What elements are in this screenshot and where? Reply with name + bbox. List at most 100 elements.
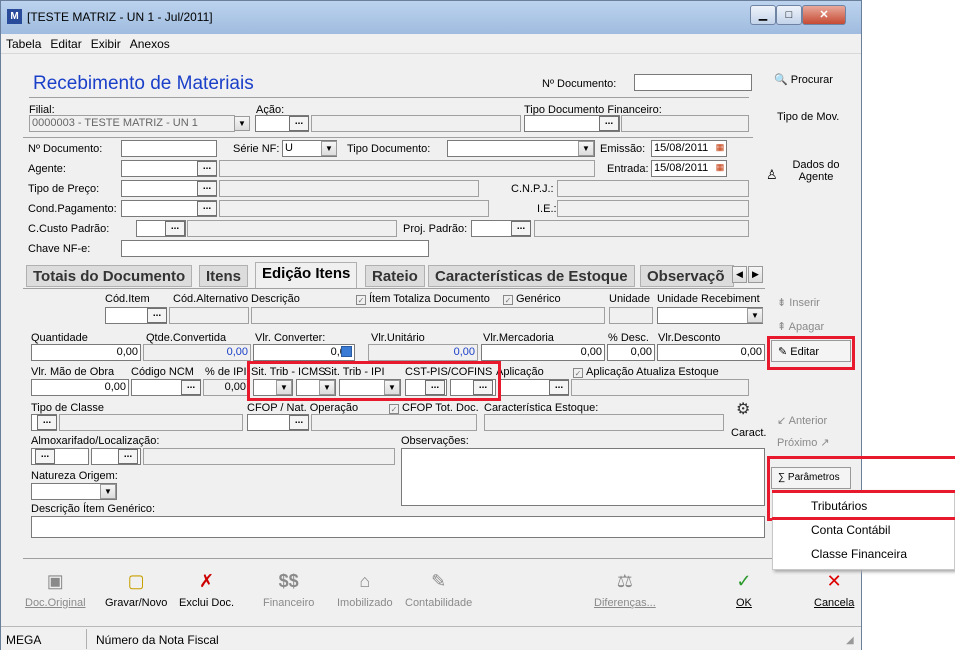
close-button[interactable]: ✕ [802, 5, 846, 25]
generico-check[interactable]: ✓ Genérico [503, 293, 561, 305]
filial-input[interactable]: 0000003 - TESTE MATRIZ - UN 1 [29, 115, 235, 132]
imobilizado-button[interactable]: ⌂ Imobilizado [337, 571, 393, 609]
document-icon: ▣ [46, 571, 64, 591]
checkbox-icon: ✓ [503, 295, 513, 305]
ncm-lookup[interactable]: ... [181, 380, 201, 395]
ok-button[interactable]: ✓ OK [736, 571, 752, 609]
gravar-novo-button[interactable]: ▢ Gravar/Novo [105, 571, 167, 609]
tab-observacoes[interactable]: Observaçõ [640, 265, 734, 287]
vlr-desc-input[interactable]: 0,00 [657, 344, 765, 361]
item-totaliza-check[interactable]: ✓ Ítem Totaliza Documento [356, 293, 490, 305]
descricao-input [251, 307, 605, 324]
tipo-preco-lookup[interactable]: ... [197, 181, 217, 196]
desc-generico-input[interactable] [31, 516, 765, 538]
tab-caracteristicas[interactable]: Características de Estoque [428, 265, 635, 287]
cnpj-label: C.N.P.J.: [511, 183, 554, 195]
page-title: Recebimento de Materiais [33, 73, 254, 94]
aplic-atualiza-check[interactable]: ✓ Aplicação Atualiza Estoque [573, 366, 719, 378]
unidade-label: Unidade [609, 293, 650, 305]
chave-input[interactable] [121, 240, 429, 257]
inserir-button[interactable]: ⇟ Inserir [771, 292, 851, 314]
tipo-doc-label: Tipo Documento: [347, 143, 431, 155]
editar-highlight [767, 336, 855, 370]
unidade-receb-dropdown[interactable]: ▼ [747, 308, 763, 323]
tab-scroll-left[interactable]: ◀ [732, 266, 747, 283]
tab-rateio[interactable]: Rateio [365, 265, 425, 287]
natureza-label: Natureza Origem: [31, 470, 118, 482]
vlr-merc-label: Vlr.Mercadoria [483, 332, 554, 344]
delete-icon: ⇞ [777, 321, 789, 333]
vlr-unit-label: Vlr.Unitário [371, 332, 425, 344]
calendar-icon[interactable]: ▦ [713, 161, 727, 174]
menu-item-tributarios[interactable]: Tributários [811, 499, 867, 513]
filial-dropdown[interactable]: ▼ [234, 116, 250, 131]
obs-label: Observações: [401, 435, 469, 447]
desc-generico-label: Descrição Ítem Genérico: [31, 503, 156, 515]
proj-lookup[interactable]: ... [511, 221, 531, 236]
tipo-doc-dropdown[interactable]: ▼ [578, 141, 594, 156]
chave-label: Chave NF-e: [28, 243, 91, 255]
dados-agente-button[interactable]: ♙ Dados do Agente [764, 159, 850, 183]
caract-icon[interactable]: ⚙ [736, 399, 750, 419]
caract-button[interactable]: Caract. [731, 427, 766, 439]
menu-tabela[interactable]: Tabela [1, 34, 45, 51]
almox-lookup[interactable]: ... [35, 449, 55, 464]
tipo-classe-lookup[interactable]: ... [37, 415, 57, 430]
anterior-button[interactable]: ↙ Anterior [771, 410, 851, 432]
tipo-doc-input[interactable] [447, 140, 595, 157]
menu-item-classe-financeira[interactable]: Classe Financeira [811, 547, 907, 561]
menu-exibir[interactable]: Exibir [86, 34, 125, 51]
financeiro-button[interactable]: $$ Financeiro [263, 571, 314, 609]
doc-original-button[interactable]: ▣ Doc.Original [25, 571, 86, 609]
tab-edicao-itens[interactable]: Edição Itens [255, 262, 358, 288]
proximo-button[interactable]: Próximo ↗ [771, 432, 851, 454]
money-icon: $$ [278, 571, 299, 591]
menu-anexos[interactable]: Anexos [125, 34, 174, 51]
cod-alt-label: Cód.Alternativo [173, 293, 249, 305]
binoculars-icon: 🔍 [774, 74, 791, 86]
ccusto-lookup[interactable]: ... [165, 221, 185, 236]
agente-lookup[interactable]: ... [197, 161, 217, 176]
maximize-button[interactable]: □ [776, 5, 802, 25]
tab-scroll-right[interactable]: ▶ [748, 266, 763, 283]
cfop-tot-check[interactable]: ✓ CFOP Tot. Doc. [389, 402, 479, 414]
cod-item-lookup[interactable]: ... [147, 308, 167, 323]
tipo-mov-button[interactable]: Tipo de Mov. [777, 111, 839, 123]
acao-lookup-button[interactable]: ... [289, 116, 309, 131]
apagar-button[interactable]: ⇞ Apagar [771, 316, 851, 338]
mao-obra-input[interactable]: 0,00 [31, 379, 129, 396]
tab-itens[interactable]: Itens [199, 265, 249, 287]
natureza-dropdown[interactable]: ▼ [100, 484, 116, 499]
minimize-button[interactable]: ▁ [750, 5, 776, 25]
cond-lookup[interactable]: ... [197, 201, 217, 216]
window-title: [TESTE MATRIZ - UN 1 - Jul/2011] [27, 10, 213, 24]
diferencas-button[interactable]: ⚖ Diferenças... [594, 571, 656, 609]
cfop-desc [311, 414, 477, 431]
cfop-label: CFOP / Nat. Operação [247, 402, 359, 414]
tab-totais[interactable]: Totais do Documento [26, 265, 193, 287]
insert-icon: ⇟ [777, 297, 790, 309]
procurar-button[interactable]: 🔍 Procurar [774, 73, 833, 86]
serie-dropdown[interactable]: ▼ [321, 141, 337, 156]
vlr-merc-input[interactable]: 0,00 [481, 344, 605, 361]
status-message: Número da Nota Fiscal [96, 633, 219, 647]
aplicacao-lookup[interactable]: ... [549, 380, 569, 395]
tipo-doc-fin-lookup[interactable]: ... [599, 116, 619, 131]
cnpj-input [557, 180, 749, 197]
contabilidade-button[interactable]: ✎ Contabilidade [405, 571, 472, 609]
resize-grip-icon[interactable]: ◢ [846, 635, 854, 646]
desc-pct-input[interactable]: 0,00 [607, 344, 655, 361]
localizacao-lookup[interactable]: ... [118, 449, 138, 464]
obs-textarea[interactable] [401, 448, 765, 506]
quantidade-input[interactable]: 0,00 [31, 344, 141, 361]
ndoc-input[interactable] [121, 140, 217, 157]
exclui-doc-button[interactable]: ✗ Exclui Doc. [179, 571, 234, 609]
ndoc-header-input[interactable] [634, 74, 752, 91]
calendar-icon[interactable]: ▦ [713, 141, 727, 154]
cancela-button[interactable]: ✕ Cancela [814, 571, 854, 609]
vlr-converter-input[interactable]: 0,00 [253, 344, 355, 361]
menu-item-conta-contabil[interactable]: Conta Contábil [811, 523, 890, 537]
calculator-icon[interactable] [341, 346, 352, 357]
menu-editar[interactable]: Editar [45, 34, 85, 51]
cfop-lookup[interactable]: ... [289, 415, 309, 430]
